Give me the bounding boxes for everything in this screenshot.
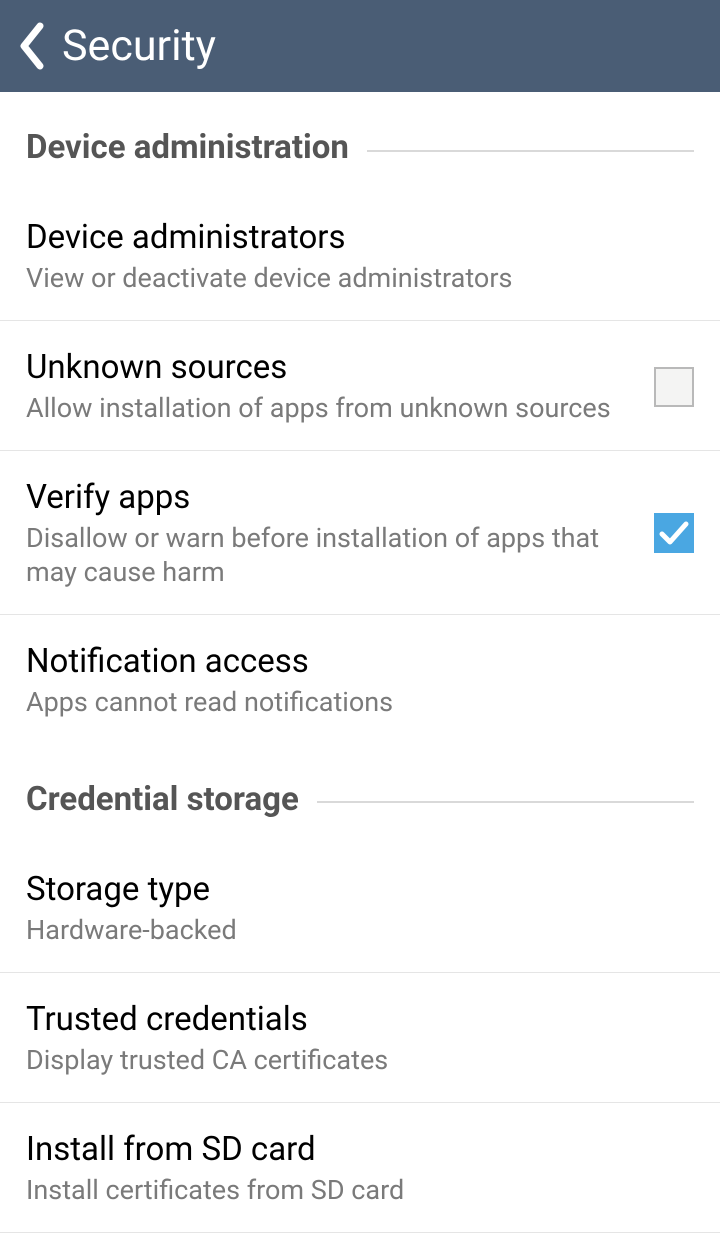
back-icon[interactable] bbox=[18, 22, 48, 70]
checkbox-unknown-sources[interactable] bbox=[654, 367, 694, 407]
checkbox-verify-apps[interactable] bbox=[654, 513, 694, 553]
item-verify-apps[interactable]: Verify apps Disallow or warn before inst… bbox=[0, 451, 720, 615]
item-storage-type[interactable]: Storage type Hardware-backed bbox=[0, 827, 720, 973]
section-title: Credential storage bbox=[26, 780, 299, 819]
item-trusted-credentials[interactable]: Trusted credentials Display trusted CA c… bbox=[0, 973, 720, 1103]
section-divider bbox=[367, 150, 694, 152]
item-title: Unknown sources bbox=[26, 347, 634, 388]
section-header-credential-storage: Credential storage bbox=[0, 744, 720, 827]
item-subtitle: Install certificates from SD card bbox=[26, 1174, 674, 1208]
item-subtitle: View or deactivate device administrators bbox=[26, 262, 674, 296]
item-title: Device administrators bbox=[26, 217, 674, 258]
section-header-device-admin: Device administration bbox=[0, 92, 720, 175]
item-title: Install from SD card bbox=[26, 1129, 674, 1170]
item-notification-access[interactable]: Notification access Apps cannot read not… bbox=[0, 615, 720, 744]
item-title: Trusted credentials bbox=[26, 999, 674, 1040]
item-device-administrators[interactable]: Device administrators View or deactivate… bbox=[0, 175, 720, 321]
item-subtitle: Display trusted CA certificates bbox=[26, 1044, 674, 1078]
item-title: Storage type bbox=[26, 869, 674, 910]
item-title: Notification access bbox=[26, 641, 674, 682]
item-subtitle: Disallow or warn before installation of … bbox=[26, 522, 634, 590]
item-subtitle: Hardware-backed bbox=[26, 914, 674, 948]
app-header: Security bbox=[0, 0, 720, 92]
item-subtitle: Allow installation of apps from unknown … bbox=[26, 392, 634, 426]
settings-list: Device administration Device administrat… bbox=[0, 92, 720, 1233]
item-subtitle: Apps cannot read notifications bbox=[26, 686, 674, 720]
section-divider bbox=[317, 801, 694, 803]
item-title: Verify apps bbox=[26, 477, 634, 518]
item-unknown-sources[interactable]: Unknown sources Allow installation of ap… bbox=[0, 321, 720, 451]
item-install-from-sd[interactable]: Install from SD card Install certificate… bbox=[0, 1103, 720, 1233]
section-title: Device administration bbox=[26, 128, 349, 167]
page-title: Security bbox=[62, 21, 216, 71]
